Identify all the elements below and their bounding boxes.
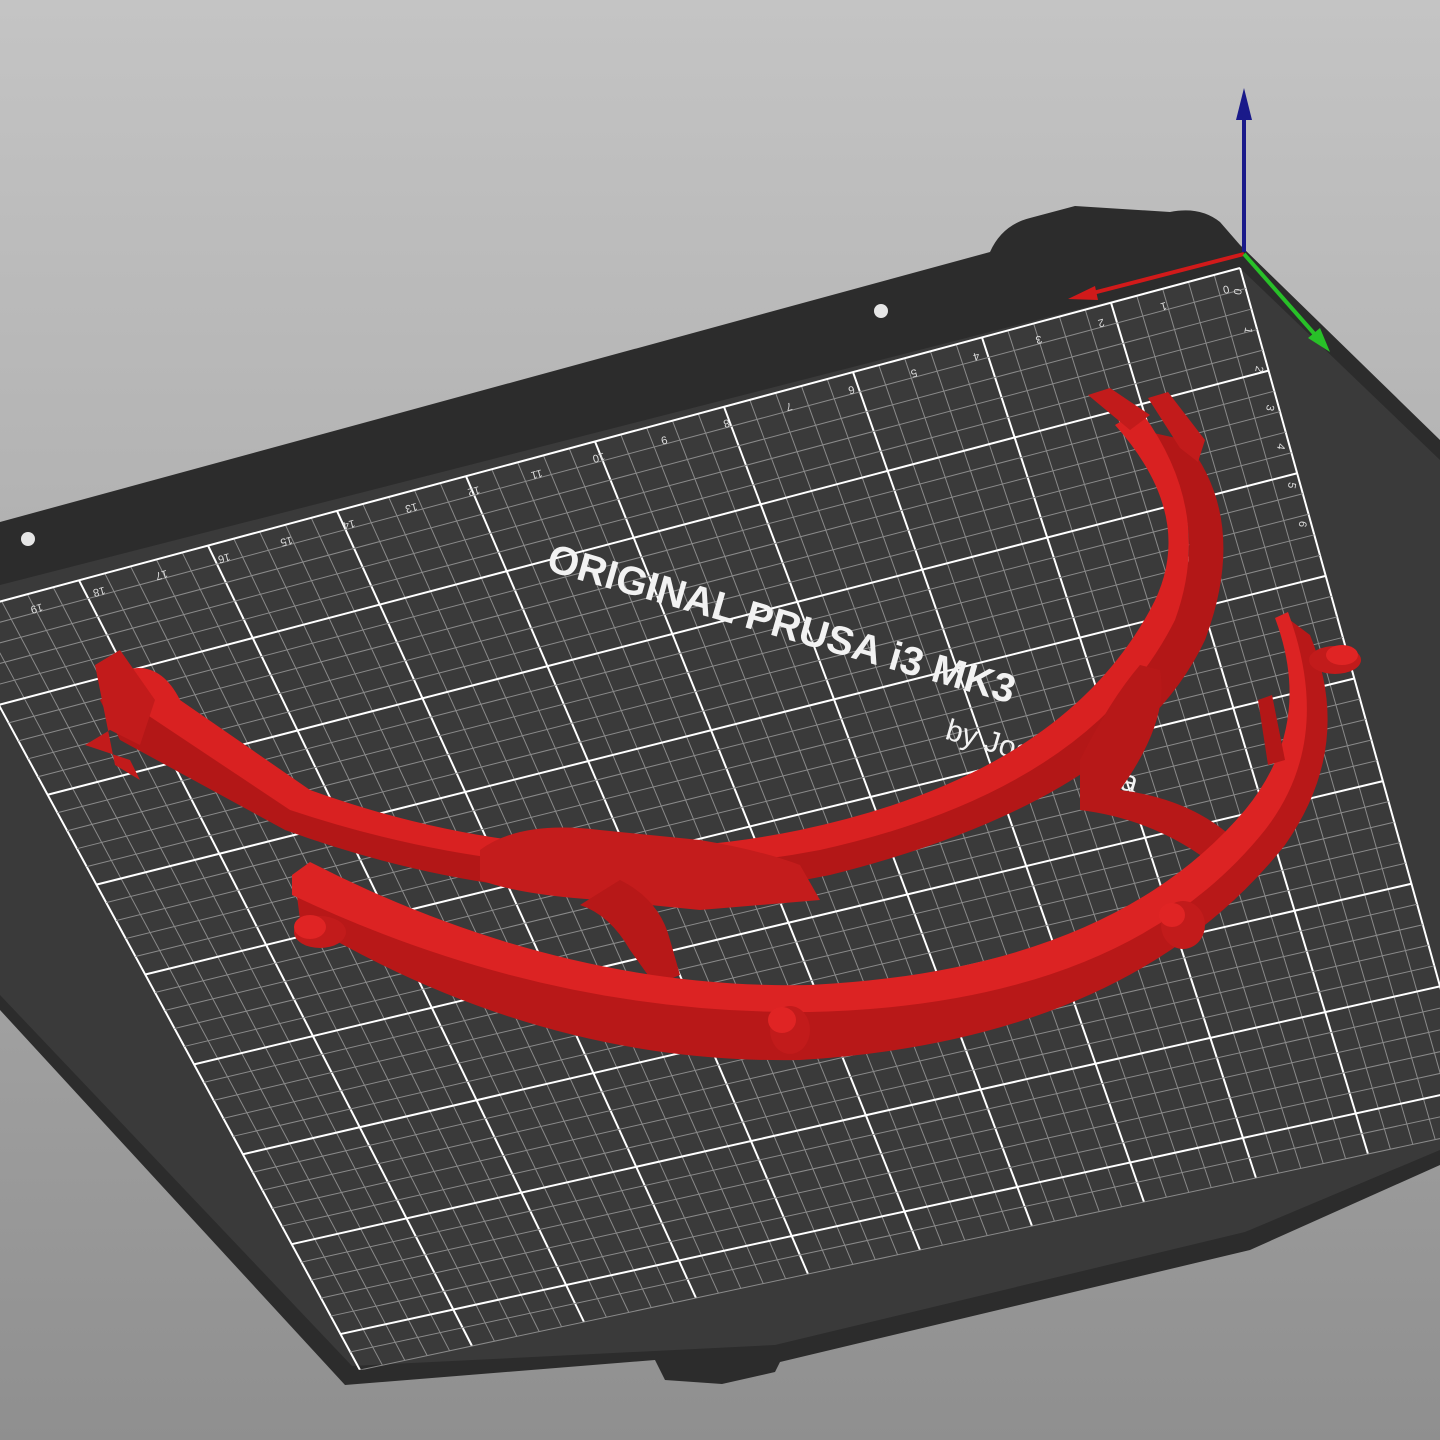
bed-mount-hole xyxy=(874,304,888,318)
bed-surface xyxy=(0,268,1440,1366)
z-axis-arrow-icon xyxy=(1236,88,1252,120)
3d-scene[interactable]: 01234567891011121314151617181920 0123456… xyxy=(0,0,1440,1440)
3d-viewport[interactable]: 01234567891011121314151617181920 0123456… xyxy=(0,0,1440,1440)
print-bed: 01234567891011121314151617181920 0123456… xyxy=(0,206,1440,1385)
bed-mount-hole xyxy=(21,532,35,546)
